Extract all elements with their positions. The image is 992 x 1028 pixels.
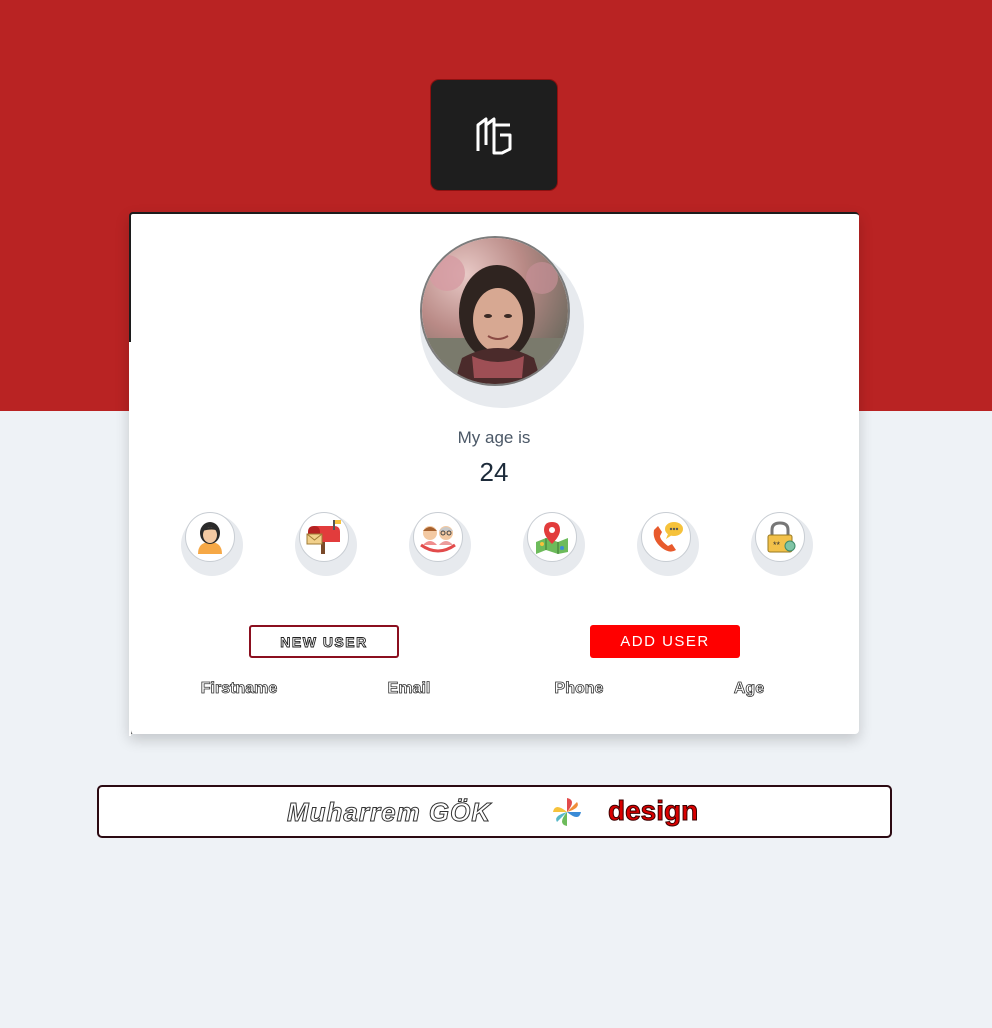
pinwheel-icon	[553, 798, 581, 826]
footer-author-name: Muharrem GÖK	[286, 797, 492, 828]
lock-icon[interactable]: **	[755, 512, 805, 562]
profile-label: My age is	[457, 428, 531, 447]
new-user-button[interactable]: NEW USER	[249, 625, 399, 658]
avatar	[420, 236, 570, 386]
column-header-email: Email	[387, 680, 431, 698]
user-card: My age is 24 ** NEW USER ADD USER Firstn…	[129, 212, 859, 736]
brand-logo-icon	[476, 117, 512, 155]
footer-credit: Muharrem GÖK design	[97, 785, 892, 838]
column-header-age: Age	[733, 680, 765, 698]
phone-icon[interactable]	[641, 512, 691, 562]
column-header-firstname: Firstname	[200, 680, 278, 698]
mailbox-icon[interactable]	[299, 512, 349, 562]
avatar-photo-icon	[422, 238, 568, 384]
svg-text:**: **	[773, 540, 781, 550]
footer-design-word: design	[607, 795, 699, 827]
age-icon[interactable]	[413, 512, 463, 562]
map-location-icon[interactable]	[527, 512, 577, 562]
column-header-phone: Phone	[554, 680, 604, 698]
logo[interactable]	[431, 80, 557, 190]
user-icon[interactable]	[185, 512, 235, 562]
profile-icon-bar: **	[131, 512, 857, 582]
user-table-header: Firstname Email Phone Age	[131, 680, 857, 702]
profile-value: 24	[479, 457, 509, 487]
add-user-button[interactable]: ADD USER	[590, 625, 740, 658]
